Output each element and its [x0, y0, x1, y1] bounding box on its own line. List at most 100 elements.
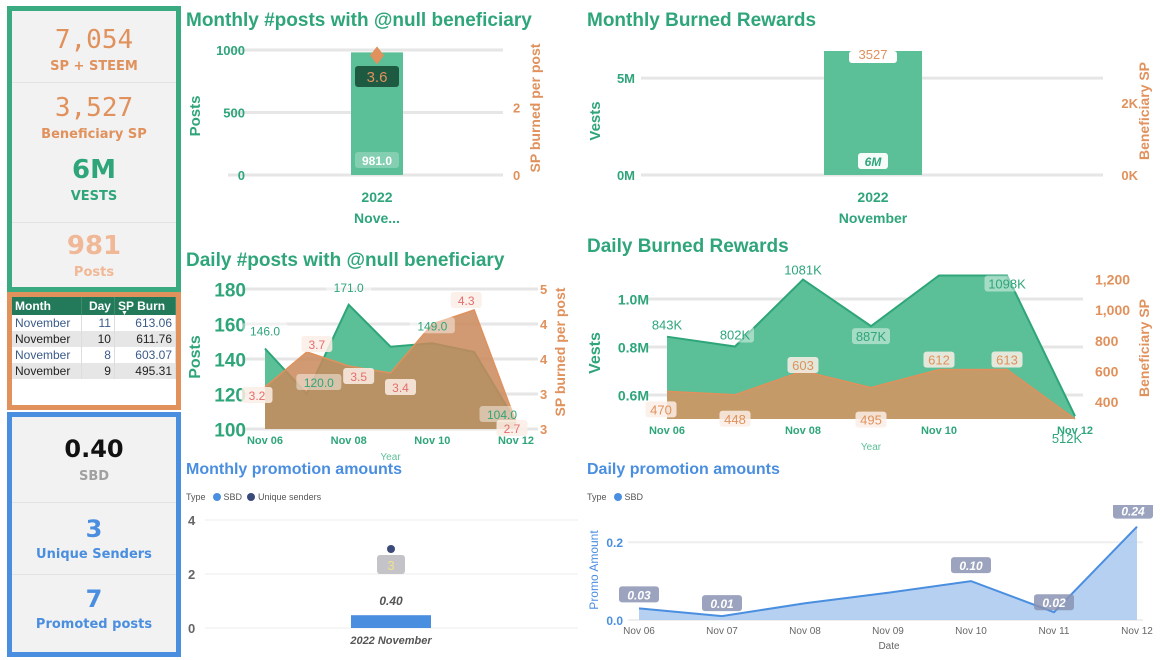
data-label-sp-per-post: 3.5	[350, 370, 367, 384]
data-label-posts: 146.0	[250, 325, 280, 339]
y-tick-label: 0M	[617, 168, 635, 183]
kpi-label: Posts	[73, 265, 115, 280]
x-tick-label: 2022 November	[349, 635, 432, 647]
data-label-sbd: 0.01	[710, 597, 734, 611]
data-label-beneficiary-sp: 448	[724, 412, 746, 427]
x-tick-label-year: 2022	[361, 189, 392, 205]
y2-tick-label: 0K	[1121, 168, 1138, 183]
kpi-label: SBD	[78, 469, 110, 484]
y-tick-label: 0.0	[606, 614, 623, 628]
data-label-vests: 802K	[720, 328, 751, 343]
kpi-label: VESTS	[70, 189, 118, 204]
chart-title-daily-burned: Daily Burned Rewards	[587, 236, 789, 257]
data-label-sbd: 0.24	[1121, 505, 1145, 519]
cell-sp-burn: 613.06	[114, 315, 177, 331]
kpi-value: 6M	[72, 155, 116, 185]
y-tick-label: 0.6M	[618, 388, 649, 404]
x-tick-label: Nov 11	[1039, 626, 1070, 637]
y-tick-label: 140	[214, 351, 246, 372]
cell-month: November	[12, 363, 83, 379]
chart-title-daily-posts: Daily #posts with @null beneficiary	[186, 250, 505, 271]
kpi-value: 0.40	[64, 435, 124, 463]
data-label-sbd: 0.02	[1042, 596, 1066, 610]
data-label-sp-per-post: 3.4	[392, 381, 409, 395]
x-tick-label: Nov 06	[247, 435, 283, 447]
x-tick-label-month: Nove...	[354, 210, 400, 226]
kpi-label: Unique Senders	[36, 547, 152, 562]
data-label-posts: 149.0	[417, 319, 447, 333]
x-tick-label: Nov 12	[498, 435, 534, 447]
data-label-sp-per-post: 3.6	[367, 69, 388, 86]
column-header-month[interactable]: Month	[12, 297, 83, 315]
y2-tick-label: 600	[1095, 364, 1119, 380]
kpi-label: Beneficiary SP	[41, 127, 147, 142]
data-label-sp-per-post: 3.7	[308, 338, 325, 352]
x-tick-label: Nov 08	[789, 626, 821, 637]
table-row[interactable]: November 10 611.76	[12, 331, 177, 347]
y2-tick-label: 400	[1095, 394, 1119, 410]
kpi-value: 3	[85, 515, 103, 543]
table-row[interactable]: November 11 613.06	[12, 315, 177, 331]
cell-sp-burn: 603.07	[114, 347, 177, 363]
chart-monthly-burned: 0M5M0K2KVests Beneficiary SP35276M2022Nov…	[587, 47, 1152, 226]
x-tick-label: Nov 07	[706, 626, 738, 637]
legend-title: Type	[186, 492, 206, 502]
y2-axis-title: SP burned per post	[552, 287, 568, 416]
table-row[interactable]: November 9 495.31	[12, 363, 177, 379]
y-tick-label: 0.8M	[618, 340, 649, 356]
legend-title: Type	[587, 492, 607, 502]
y2-axis-title: SP burned per post	[527, 43, 543, 172]
kpi-promoted-posts: 7 Promoted posts	[12, 575, 176, 649]
kpi-value: 7	[85, 585, 103, 613]
cell-month: November	[12, 315, 83, 331]
data-label-vests: 843K	[652, 318, 683, 333]
y2-tick-label: 800	[1095, 333, 1119, 349]
y-axis-title: Promo Amount	[587, 530, 601, 610]
y2-tick-label: 3	[540, 422, 547, 437]
legend-item-sbd[interactable]: SBD	[224, 492, 243, 502]
y2-axis-title: Beneficiary SP	[1136, 62, 1152, 160]
x-tick-label: Nov 08	[331, 435, 367, 447]
y-axis-title: Vests	[587, 101, 604, 140]
table-row[interactable]: November 8 603.07	[12, 347, 177, 363]
y-tick-label: 2	[188, 567, 195, 582]
x-axis-title: Year	[861, 442, 882, 453]
kpi-value: 7,054	[54, 25, 134, 55]
chart-monthly-posts: 0 500 1000 0 2 Posts SP burned per post 981.0 3.…	[187, 43, 543, 226]
cell-day: 10	[81, 331, 115, 347]
y-tick-label: 1.0M	[618, 292, 649, 308]
legend-item-unique-senders[interactable]: Unique senders	[258, 492, 321, 502]
chart-daily-burned: 0.6M 0.8M 1.0M 400 600 800 1,000 1,200 843K 802K 1…	[587, 261, 1152, 453]
column-header-day-label: Day	[88, 299, 111, 313]
kpi-label: SP + STEEM	[50, 59, 138, 74]
cell-sp-burn: 611.76	[114, 331, 177, 347]
x-tick-label: Nov 09	[872, 626, 904, 637]
cell-day: 8	[81, 347, 115, 363]
y-tick-label: 0	[238, 168, 245, 183]
y-tick-label: 5M	[617, 71, 635, 86]
y2-tick-label: 0	[513, 168, 520, 183]
chart-title-daily-promo: Daily promotion amounts	[587, 461, 780, 478]
kpi-value: 3,527	[54, 93, 134, 123]
data-label-posts: 104.0	[487, 408, 517, 422]
sp-burn-table-card: Month Day SP Burn ▼ November 11 613.06 Novem…	[7, 292, 181, 410]
x-tick-label: Nov 06	[623, 626, 655, 637]
x-tick-label-year: 2022	[857, 189, 888, 205]
sort-descending-icon: ▼	[120, 310, 128, 317]
column-header-sp-burn[interactable]: SP Burn ▼	[114, 297, 177, 317]
data-label-beneficiary-sp: 495	[860, 413, 882, 428]
kpi-sbd: 0.40 SBD	[12, 417, 176, 503]
legend-daily-promo: Type SBD	[587, 492, 643, 502]
y-tick-label: 0.2	[606, 536, 623, 550]
y2-tick-label: 3	[540, 387, 547, 402]
legend-swatch-unique-senders	[247, 493, 256, 501]
y-axis-title: Posts	[187, 96, 204, 137]
column-header-day[interactable]: Day	[81, 297, 115, 315]
kpi-sp-steem: 7,054 SP + STEEM	[12, 11, 176, 83]
chart-title-monthly-burned: Monthly Burned Rewards	[587, 10, 817, 31]
data-label-beneficiary-sp: 3527	[859, 47, 888, 62]
data-label-posts: 171.0	[334, 281, 364, 295]
data-label-unique-senders: 3	[387, 558, 394, 573]
data-label-vests: 6M	[865, 155, 883, 169]
legend-item-sbd[interactable]: SBD	[625, 492, 644, 502]
